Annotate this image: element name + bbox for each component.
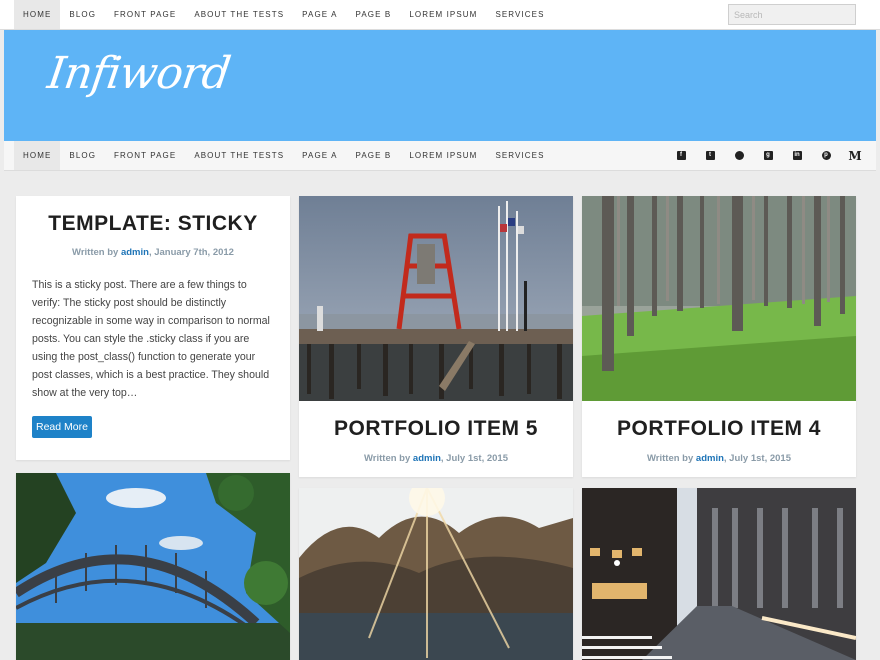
twitter-icon[interactable]: t: [703, 149, 717, 163]
main-nav: Home Blog Front Page About The Tests Pag…: [14, 141, 554, 170]
portfolio-card-4: PORTFOLIO ITEM 4 Written by admin, July …: [582, 196, 856, 477]
sunlit-lake-card[interactable]: [299, 488, 573, 660]
main-nav-lorem-ipsum[interactable]: Lorem Ipsum: [400, 141, 486, 170]
main-nav-page-b[interactable]: Page B: [347, 141, 401, 170]
sticky-post-card: TEMPLATE: STICKY Written by admin, Janua…: [16, 196, 290, 460]
portfolio-card-5: PORTFOLIO ITEM 5 Written by admin, July …: [299, 196, 573, 477]
top-nav-lorem-ipsum[interactable]: Lorem Ipsum: [400, 0, 486, 29]
harbour-bridge-card[interactable]: [16, 473, 290, 660]
top-nav-home[interactable]: Home: [14, 0, 61, 29]
pier-with-red-tower-image[interactable]: [299, 196, 573, 401]
post-date: , January 7th, 2012: [148, 247, 234, 258]
post-meta: Written by admin, January 7th, 2012: [16, 247, 290, 258]
post-date: , July 1st, 2015: [723, 453, 791, 464]
post-meta: Written by admin, July 1st, 2015: [299, 453, 573, 464]
portfolio-title[interactable]: PORTFOLIO ITEM 5: [299, 417, 573, 441]
top-nav: Home Blog Front Page About The Tests Pag…: [14, 0, 554, 29]
facebook-icon[interactable]: f: [674, 149, 688, 163]
post-title[interactable]: TEMPLATE: STICKY: [16, 212, 290, 236]
author-link[interactable]: admin: [696, 453, 724, 464]
top-nav-services[interactable]: Services: [486, 0, 553, 29]
search-input[interactable]: [728, 4, 856, 25]
top-bar: Home Blog Front Page About The Tests Pag…: [0, 0, 880, 30]
github-icon[interactable]: [732, 149, 746, 163]
top-nav-about-the-tests[interactable]: About The Tests: [185, 0, 293, 29]
post-excerpt: This is a sticky post. There are a few t…: [32, 279, 270, 399]
post-meta: Written by admin, July 1st, 2015: [582, 453, 856, 464]
read-more-button[interactable]: Read More: [32, 416, 92, 438]
main-nav-front-page[interactable]: Front Page: [105, 141, 185, 170]
main-nav-bar: Home Blog Front Page About The Tests Pag…: [4, 141, 876, 171]
main-nav-services[interactable]: Services: [486, 141, 553, 170]
harbour-bridge-image[interactable]: [16, 473, 290, 660]
post-date: , July 1st, 2015: [440, 453, 508, 464]
pine-forest-green-grass-image[interactable]: [582, 196, 856, 401]
google-plus-icon[interactable]: g: [761, 149, 775, 163]
city-street-card[interactable]: [582, 488, 856, 660]
main-nav-blog[interactable]: Blog: [60, 141, 105, 170]
site-header: Infiword: [4, 30, 876, 141]
written-by-label: Written by: [72, 247, 119, 258]
social-links: f t g in p M: [659, 141, 862, 170]
portfolio-title[interactable]: PORTFOLIO ITEM 4: [582, 417, 856, 441]
top-nav-page-b[interactable]: Page B: [347, 0, 401, 29]
written-by-label: Written by: [364, 453, 411, 464]
author-link[interactable]: admin: [413, 453, 441, 464]
city-street-night-image[interactable]: [582, 488, 856, 660]
top-nav-page-a[interactable]: Page A: [293, 0, 346, 29]
top-nav-blog[interactable]: Blog: [60, 0, 105, 29]
linkedin-icon[interactable]: in: [790, 149, 804, 163]
top-nav-front-page[interactable]: Front Page: [105, 0, 185, 29]
medium-icon[interactable]: M: [848, 149, 862, 163]
main-nav-home[interactable]: Home: [14, 141, 61, 170]
author-link[interactable]: admin: [121, 247, 149, 258]
written-by-label: Written by: [647, 453, 694, 464]
main-nav-page-a[interactable]: Page A: [293, 141, 346, 170]
sunlit-lake-trees-image[interactable]: [299, 488, 573, 660]
main-nav-about-the-tests[interactable]: About The Tests: [185, 141, 293, 170]
pinterest-icon[interactable]: p: [819, 149, 833, 163]
site-logo[interactable]: Infiword: [44, 48, 233, 99]
